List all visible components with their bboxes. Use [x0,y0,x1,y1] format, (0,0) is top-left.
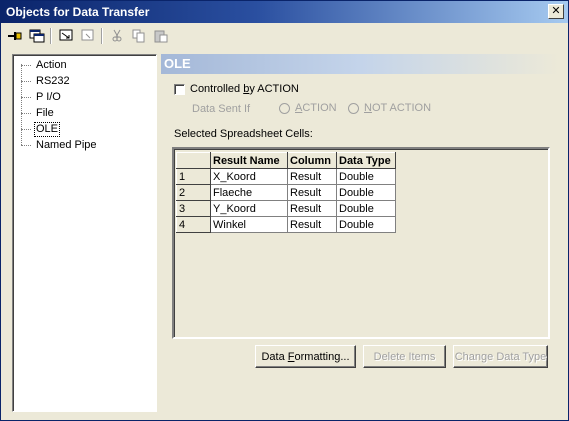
data-type-cell[interactable]: Double [336,200,396,217]
row-number[interactable]: 1 [176,168,211,185]
toolbar-separator [50,28,52,44]
tree-item-action[interactable]: Action [21,58,69,72]
table-row[interactable]: 3 Y_Koord Result Double [176,200,396,217]
cells-table: Result Name Column Data Type 1 X_Koord R… [176,152,396,233]
radio-not-action[interactable]: NOT ACTION [348,102,431,114]
paste-button[interactable] [151,27,171,45]
pin-button[interactable] [5,27,25,45]
row-number[interactable]: 3 [176,200,211,217]
checkbox-box[interactable] [174,83,185,95]
column-header[interactable]: Result Name [210,152,288,169]
object-tree[interactable]: Action RS232 P I/O File OLE Named Pipe [12,54,157,412]
row-number[interactable]: 4 [176,216,211,233]
column-cell[interactable]: Result [287,200,337,217]
tree-item-label: P I/O [36,90,61,103]
pin-icon [8,32,22,40]
tree-item-file[interactable]: File [21,106,56,120]
transfer-icon [59,29,73,41]
copy-button[interactable] [129,27,149,45]
toolbar-separator [101,28,103,44]
link-icon [81,29,94,41]
result-name-cell[interactable]: X_Koord [210,168,288,185]
cut-icon [112,29,122,42]
change-data-type-button[interactable]: Change Data Type [453,345,548,368]
dialog-window: Objects for Data Transfer ✕ Action RS232… [0,0,569,421]
controlled-by-action-checkbox[interactable]: Controlled by ACTION [174,83,299,95]
result-name-cell[interactable]: Flaeche [210,184,288,201]
tree-item-label: File [36,106,54,119]
data-formatting-button[interactable]: Data Formatting... [255,345,356,368]
close-icon: ✕ [551,5,561,17]
column-cell[interactable]: Result [287,184,337,201]
panel-title: OLE [164,56,191,71]
cut-button[interactable] [107,27,127,45]
data-type-cell[interactable]: Double [336,168,396,185]
window-icon [29,29,45,43]
result-name-cell[interactable]: Y_Koord [210,200,288,217]
delete-items-button[interactable]: Delete Items [363,345,446,368]
radio-action[interactable]: ACTION [279,102,337,114]
close-button[interactable]: ✕ [548,4,564,19]
table-row[interactable]: 4 Winkel Result Double [176,216,396,233]
tree-item-label: Action [36,58,67,71]
tree-item-label: Named Pipe [36,138,97,151]
link-button[interactable] [78,27,98,45]
data-sent-if-label: Data Sent If [192,103,251,115]
column-cell[interactable]: Result [287,168,337,185]
selected-cells-label: Selected Spreadsheet Cells: [174,128,313,140]
paste-icon [154,30,168,43]
title-bar[interactable]: Objects for Data Transfer ✕ [1,1,568,23]
copy-icon [132,29,145,43]
toolbar [3,24,566,48]
tree-item-rs232[interactable]: RS232 [21,74,72,88]
tree-item-label: RS232 [36,74,70,87]
panel-header: OLE [161,54,559,74]
column-cell[interactable]: Result [287,216,337,233]
tree-item-pio[interactable]: P I/O [21,90,63,104]
spreadsheet-cells-grid[interactable]: Result Name Column Data Type 1 X_Koord R… [172,147,550,339]
row-number[interactable]: 2 [176,184,211,201]
table-row[interactable]: 1 X_Koord Result Double [176,168,396,185]
radio-circle [279,102,290,114]
transfer-button[interactable] [56,27,76,45]
result-name-cell[interactable]: Winkel [210,216,288,233]
data-type-cell[interactable]: Double [336,184,396,201]
radio-circle [348,102,359,114]
corner-cell [176,152,211,169]
column-header[interactable]: Column [287,152,337,169]
checkbox-label: Controlled by ACTION [190,83,299,95]
window-title: Objects for Data Transfer [6,5,150,19]
column-header[interactable]: Data Type [336,152,396,169]
window-button[interactable] [27,27,47,45]
data-type-cell[interactable]: Double [336,216,396,233]
tree-item-ole[interactable]: OLE [21,121,61,137]
ole-panel: OLE Controlled by ACTION Data Sent If AC… [161,54,559,412]
tree-item-named-pipe[interactable]: Named Pipe [21,138,99,152]
table-row[interactable]: 2 Flaeche Result Double [176,184,396,201]
tree-item-label: OLE [34,121,61,137]
